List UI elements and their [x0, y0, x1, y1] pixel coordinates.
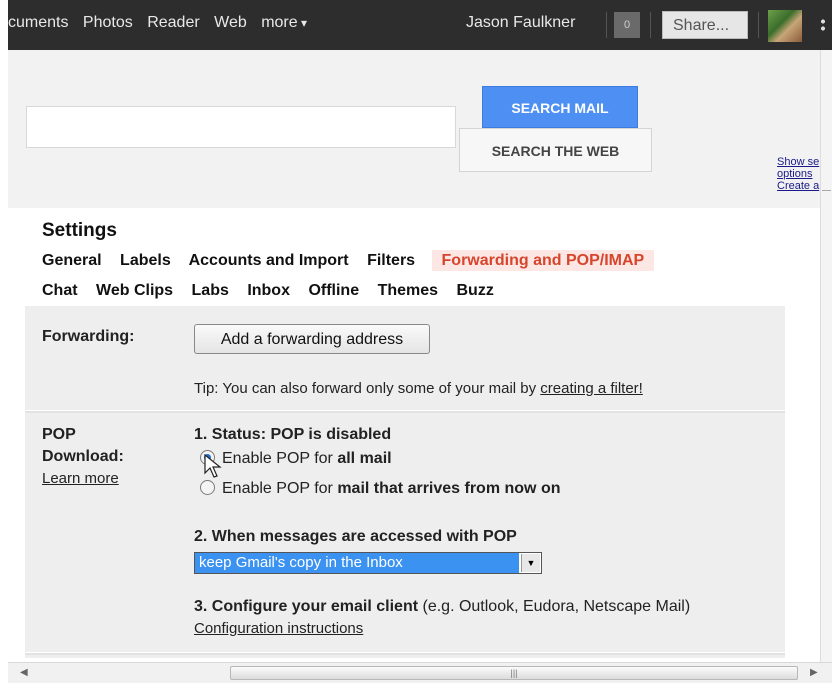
nav-documents[interactable]: cuments	[8, 14, 68, 31]
creating-filter-link[interactable]: creating a filter!	[540, 380, 643, 397]
nav-web[interactable]: Web	[214, 14, 247, 31]
tab-themes[interactable]: Themes	[378, 282, 438, 299]
tip-text: Tip: You can also forward only some of y…	[194, 380, 541, 397]
scroll-left-arrow-icon[interactable]: ◀	[20, 667, 28, 678]
search-mail-button[interactable]: SEARCH MAIL	[482, 86, 638, 128]
separator	[606, 12, 607, 38]
notification-count-badge[interactable]: 0	[614, 12, 640, 38]
tab-accounts-import[interactable]: Accounts and Import	[189, 252, 349, 269]
tab-forwarding-pop-imap[interactable]: Forwarding and POP/IMAP	[431, 250, 655, 271]
google-top-bar: cuments Photos Reader Web more Jason Fau…	[8, 0, 832, 50]
pop-label-line2: Download:	[42, 448, 124, 465]
dropdown-arrow-icon[interactable]: ▼	[521, 554, 540, 572]
share-box[interactable]: Share...	[662, 11, 748, 39]
option2-prefix: Enable POP for	[222, 480, 338, 497]
add-forwarding-address-button[interactable]: Add a forwarding address	[194, 324, 430, 354]
options-gear-icon[interactable]	[820, 18, 826, 32]
nav-photos[interactable]: Photos	[83, 14, 133, 31]
show-search-options-link[interactable]: Show se	[777, 156, 819, 168]
forwarding-label: Forwarding:	[42, 328, 135, 345]
tab-offline[interactable]: Offline	[308, 282, 359, 299]
configure-note: (e.g. Outlook, Eudora, Netscape Mail)	[418, 598, 691, 615]
radio-button[interactable]	[200, 480, 215, 496]
tab-labs[interactable]: Labs	[192, 282, 229, 299]
configuration-instructions-link[interactable]: Configuration instructions	[194, 620, 363, 637]
select-value: keep Gmail's copy in the Inbox	[195, 553, 519, 573]
tab-labels[interactable]: Labels	[120, 252, 171, 269]
horizontal-scroll-thumb[interactable]: |||	[230, 666, 798, 680]
top-nav: cuments Photos Reader Web more	[8, 14, 317, 32]
option1-bold: all mail	[337, 450, 392, 467]
options-link[interactable]: options	[777, 168, 819, 180]
option1-prefix: Enable POP for	[222, 450, 338, 467]
search-input[interactable]	[26, 106, 456, 148]
settings-tabs-row-2: Chat Web Clips Labs Inbox Offline Themes…	[42, 282, 508, 300]
vertical-scrollbar[interactable]	[820, 50, 832, 662]
horizontal-scrollbar[interactable]: ◀ ||| ▶	[8, 662, 832, 683]
tab-filters[interactable]: Filters	[367, 252, 415, 269]
search-header: SEARCH MAIL SEARCH THE WEB Show se optio…	[8, 50, 820, 208]
section-divider	[25, 410, 785, 413]
radio-enable-pop-all-mail[interactable]: Enable POP for all mail	[200, 450, 392, 468]
radio-enable-pop-from-now-on[interactable]: Enable POP for mail that arrives from no…	[200, 480, 560, 498]
option2-bold: mail that arrives from now on	[337, 480, 561, 497]
tab-chat[interactable]: Chat	[42, 282, 78, 299]
pop-label-line1: POP	[42, 426, 76, 443]
separator	[650, 12, 651, 38]
scroll-right-arrow-icon[interactable]: ▶	[810, 667, 818, 678]
tab-buzz[interactable]: Buzz	[456, 282, 493, 299]
forwarding-tip: Tip: You can also forward only some of y…	[194, 380, 643, 397]
settings-tabs-row-1: General Labels Accounts and Import Filte…	[42, 250, 668, 271]
vertical-scroll-thumb[interactable]	[822, 190, 831, 211]
configure-heading: 3. Configure your email client (e.g. Out…	[194, 598, 690, 616]
pop-download-label: POP Download:	[42, 424, 124, 468]
access-heading: 2. When messages are accessed with POP	[194, 528, 517, 545]
configure-title: 3. Configure your email client	[194, 598, 419, 615]
section-divider	[25, 652, 785, 655]
separator	[758, 12, 759, 38]
search-options-links: Show se options Create a	[777, 156, 819, 192]
pop-status: 1. Status: POP is disabled	[194, 426, 392, 443]
nav-reader[interactable]: Reader	[147, 14, 199, 31]
browser-window: cuments Photos Reader Web more Jason Fau…	[0, 0, 832, 696]
nav-more-menu[interactable]: more	[261, 14, 307, 31]
avatar[interactable]	[768, 10, 802, 42]
tab-inbox[interactable]: Inbox	[247, 282, 290, 299]
search-web-button[interactable]: SEARCH THE WEB	[459, 128, 652, 172]
settings-title: Settings	[42, 220, 117, 241]
tab-web-clips[interactable]: Web Clips	[96, 282, 173, 299]
create-filter-link[interactable]: Create a	[777, 180, 819, 192]
learn-more-link[interactable]: Learn more	[42, 470, 119, 487]
tab-general[interactable]: General	[42, 252, 102, 269]
access-action-select[interactable]: keep Gmail's copy in the Inbox ▼	[194, 552, 542, 574]
user-name[interactable]: Jason Faulkner	[466, 14, 575, 32]
mouse-cursor-icon	[204, 454, 222, 478]
